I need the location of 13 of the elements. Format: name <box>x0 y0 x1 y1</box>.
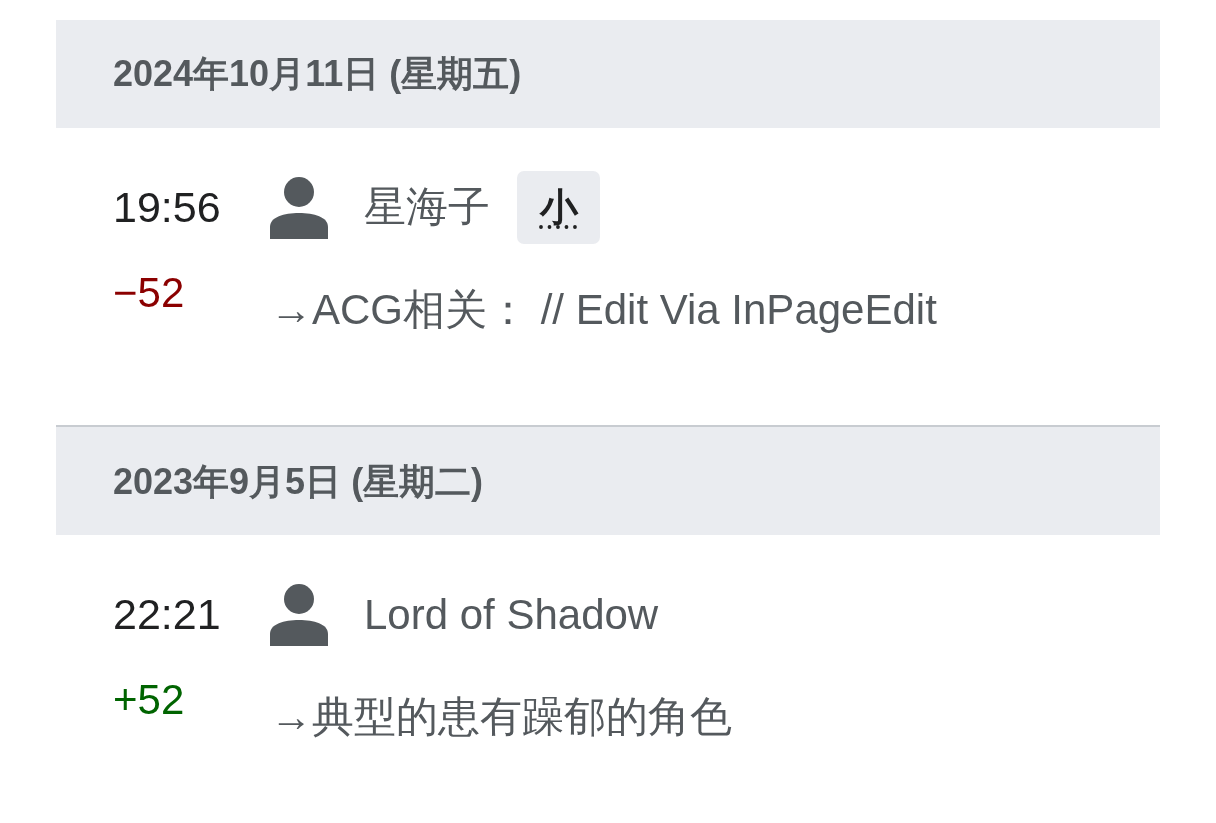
size-change: −52 <box>113 269 185 316</box>
edit-summary: →典型的患有躁郁的角色 <box>270 692 732 743</box>
username-link[interactable]: Lord of Shadow <box>364 589 659 641</box>
date-heading: 2023年9月5日 (星期二) <box>113 459 484 503</box>
user-avatar-icon <box>270 583 328 646</box>
username-link[interactable]: 星海子 <box>364 182 490 233</box>
edit-summary: →ACG相关： // Edit Via InPageEdit <box>270 285 937 335</box>
size-change: +52 <box>113 676 185 724</box>
minor-edit-badge: 小 <box>517 171 600 244</box>
edit-time: 22:21 <box>113 590 221 639</box>
edit-time: 19:56 <box>113 182 221 231</box>
user-avatar-icon <box>270 176 328 239</box>
date-heading: 2024年10月11日 (星期五) <box>113 52 522 96</box>
